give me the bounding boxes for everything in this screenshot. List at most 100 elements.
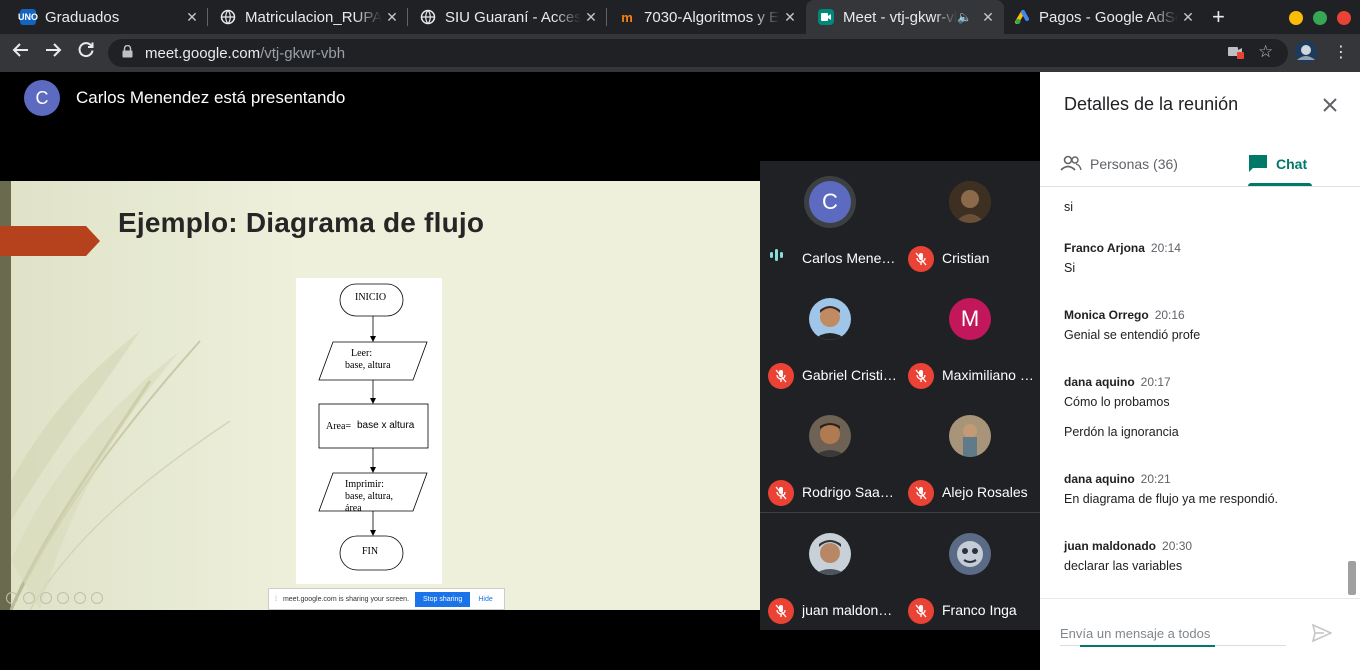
flowchart-end-label: FIN: [362, 546, 379, 557]
hide-notice-button[interactable]: Hide: [478, 596, 492, 603]
tab-title: Graduados: [45, 8, 120, 26]
close-icon[interactable]: [1322, 92, 1338, 120]
slide-controls: [6, 592, 103, 604]
participant-tile[interactable]: M Maximiliano Rojas: [900, 278, 1040, 395]
presentation-slide: Ejemplo: Diagrama de flujo INICIO Leer: …: [0, 181, 760, 610]
browser-tab-matriculacion[interactable]: Matriculacion_RUPA ✕: [208, 0, 408, 34]
tab-chat-label: Chat: [1276, 156, 1308, 172]
participant-photo: [949, 533, 991, 575]
message-sender: Franco Arjona: [1064, 241, 1145, 255]
participant-tile[interactable]: Franco Inga: [900, 513, 1040, 630]
bookmark-star-icon[interactable]: ☆: [1258, 42, 1273, 62]
message-text: En diagrama de flujo ya me respondió.: [1064, 492, 1279, 506]
close-tab-icon[interactable]: ✕: [382, 9, 402, 26]
tab-title: Pagos - Google AdSe: [1039, 8, 1178, 26]
participant-name: Carlos Menendez: [802, 250, 898, 266]
close-tab-icon[interactable]: ✕: [182, 9, 202, 26]
camera-blocked-icon[interactable]: [1228, 45, 1244, 62]
meet-stage: C Carlos Menendez está presentando Ejemp…: [0, 72, 1040, 670]
meeting-details-panel: Detalles de la reunión Personas (36) Cha…: [1040, 72, 1360, 670]
close-tab-icon[interactable]: ✕: [978, 9, 998, 26]
slide-prev-icon[interactable]: [6, 592, 18, 604]
address-bar[interactable]: meet.google.com/vtj-gkwr-vbh: [108, 39, 1288, 67]
participant-name: juan maldonado: [802, 602, 898, 618]
participant-photo: [949, 181, 991, 223]
participant-name: Maximiliano Rojas: [942, 367, 1038, 383]
message-sender: juan maldonado: [1064, 539, 1157, 553]
url-path: /vtj-gkwr-vbh: [260, 44, 346, 62]
message-text: Perdón la ignorancia: [1064, 425, 1179, 439]
lock-icon: [122, 44, 133, 61]
participant-tile[interactable]: juan maldonado: [760, 513, 900, 630]
browser-tab-meet[interactable]: Meet - vtj-gkwr-vbh 🔈 ✕: [806, 0, 1004, 34]
browser-tab-siu-guarani[interactable]: SIU Guaraní - Acceso ✕: [408, 0, 607, 34]
participant-photo: [809, 298, 851, 340]
maximize-window-button[interactable]: [1313, 11, 1327, 25]
browser-menu-icon[interactable]: ⋮: [1333, 42, 1349, 62]
slide-more-icon[interactable]: [91, 592, 103, 604]
close-tab-icon[interactable]: ✕: [581, 9, 601, 26]
message-text: Si: [1064, 261, 1076, 275]
send-icon[interactable]: [1311, 623, 1333, 647]
back-arrow-icon[interactable]: [12, 41, 30, 65]
forward-arrow-icon[interactable]: [44, 41, 62, 65]
participant-tile[interactable]: Alejo Rosales: [900, 395, 1040, 512]
browser-tab-algoritmos[interactable]: m 7030-Algoritmos y E ✕: [607, 0, 806, 34]
participant-tile[interactable]: Gabriel Cristino: [760, 278, 900, 395]
chat-scrollbar[interactable]: [1348, 561, 1356, 595]
message-text: Genial se entendió profe: [1064, 328, 1201, 342]
participant-avatar: C: [809, 181, 851, 223]
chat-message-input[interactable]: Envía un mensaje a todos: [1060, 626, 1286, 646]
share-notice-text: meet.google.com is sharing your screen.: [282, 595, 410, 603]
reload-icon[interactable]: [77, 41, 95, 65]
drag-handle-icon[interactable]: ⁞: [275, 596, 277, 603]
message-sender: dana aquino: [1064, 375, 1135, 389]
tab-people[interactable]: Personas (36): [1060, 142, 1178, 186]
close-tab-icon[interactable]: ✕: [780, 9, 800, 26]
speaker-icon[interactable]: 🔈: [957, 10, 972, 24]
flowchart: INICIO Leer: base, altura Area= base x a…: [296, 278, 442, 584]
participant-photo: [809, 533, 851, 575]
flowchart-print-vars: base, altura,: [345, 491, 394, 502]
browser-tab-graduados[interactable]: UNO Graduados ✕: [0, 0, 208, 34]
stop-sharing-button[interactable]: Stop sharing: [415, 591, 471, 607]
mic-muted-icon: [768, 480, 794, 506]
presenter-banner: C Carlos Menendez está presentando: [24, 80, 345, 116]
meet-icon: [818, 9, 834, 25]
chat-icon: [1248, 154, 1268, 175]
chat-message: Franco Arjona 20:14 Si: [1064, 241, 1334, 275]
participant-tile[interactable]: Rodrigo Saavedra: [760, 395, 900, 512]
input-focus-underline: [1080, 645, 1215, 647]
mic-muted-icon: [908, 363, 934, 389]
message-text: si: [1064, 200, 1074, 214]
mic-muted-icon: [908, 598, 934, 624]
mic-muted-icon: [768, 598, 794, 624]
slide-arrow-accent: [0, 226, 100, 256]
participant-tile[interactable]: C Carlos Menendez: [760, 161, 900, 278]
chat-messages: si Franco Arjona 20:14 Si Monica Orrego 20…: [1040, 187, 1360, 597]
slide-grid-icon[interactable]: [57, 592, 69, 604]
moodle-icon: m: [621, 9, 633, 25]
chat-message: si: [1064, 194, 1334, 214]
message-text: declarar las variables: [1064, 559, 1183, 573]
flowchart-print-area: área: [345, 503, 362, 514]
participant-name: Rodrigo Saavedra: [802, 484, 898, 500]
participant-grid: C Carlos Menendez Cristian: [760, 161, 1040, 630]
profile-avatar[interactable]: [1294, 40, 1318, 67]
close-tab-icon[interactable]: ✕: [1178, 9, 1198, 26]
message-time: 20:14: [1150, 241, 1181, 255]
people-icon: [1060, 155, 1082, 174]
flowchart-read-label: Leer:: [351, 348, 373, 359]
close-window-button[interactable]: [1337, 11, 1351, 25]
new-tab-button[interactable]: +: [1212, 4, 1225, 30]
participant-tile[interactable]: Cristian: [900, 161, 1040, 278]
slide-zoom-icon[interactable]: [74, 592, 86, 604]
panel-title: Detalles de la reunión: [1064, 94, 1239, 114]
slide-pen-icon[interactable]: [40, 592, 52, 604]
uno-logo-icon: UNO: [18, 9, 38, 25]
slide-next-icon[interactable]: [23, 592, 35, 604]
tab-chat[interactable]: Chat: [1248, 142, 1307, 186]
tab-title: Matriculacion_RUPA: [245, 8, 382, 26]
minimize-window-button[interactable]: [1289, 11, 1303, 25]
browser-tab-adsense[interactable]: Pagos - Google AdSe ✕: [1004, 0, 1204, 34]
